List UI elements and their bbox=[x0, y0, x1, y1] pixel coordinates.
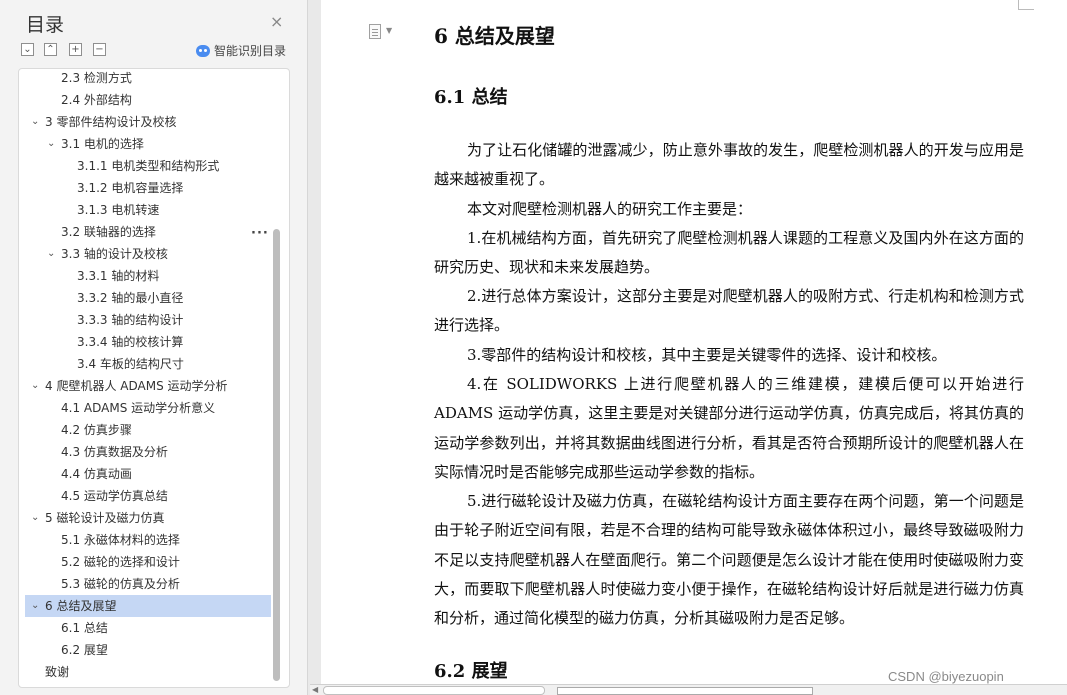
scroll-left-icon[interactable]: ◀ bbox=[312, 685, 318, 694]
smart-toc-label: 智能识别目录 bbox=[214, 44, 287, 58]
add-heading-button[interactable]: + bbox=[69, 43, 82, 56]
paragraph: 1.在机械结构方面，首先研究了爬壁检测机器人课题的工程意义及国内外在这方面的研究… bbox=[434, 229, 1024, 277]
toc-item[interactable]: 4.5 运动学仿真总结 bbox=[25, 485, 271, 507]
status-field[interactable] bbox=[557, 687, 813, 695]
expand-all-button[interactable]: ⌃ bbox=[44, 43, 57, 56]
horizontal-scrollbar-thumb[interactable] bbox=[323, 686, 545, 695]
chevron-down-icon[interactable]: ⌄ bbox=[47, 243, 55, 265]
toc-item[interactable]: 5.1 永磁体材料的选择 bbox=[25, 529, 271, 551]
chevron-down-icon[interactable]: ▼ bbox=[386, 26, 392, 35]
toc-item[interactable]: 3.3.1 轴的材料 bbox=[25, 265, 271, 287]
toc-item-label: 3.2 联轴器的选择 bbox=[61, 225, 156, 239]
toc-item-label: 3.3 轴的设计及校核 bbox=[61, 247, 168, 261]
toc-item[interactable]: 6.2 展望 bbox=[25, 639, 271, 661]
toc-item[interactable]: ⌄ 4 爬壁机器人 ADAMS 运动学分析 bbox=[25, 375, 271, 397]
paragraph: 为了让石化储罐的泄露减少，防止意外事故的发生，爬壁检测机器人的开发与应用是越来越… bbox=[434, 141, 1024, 189]
toc-list: 2.3 检测方式 2.4 外部结构 ⌄ 3 零部件结构设计及校核 ⌄ 3.1 电机的选择 3… bbox=[18, 68, 290, 688]
toc-item-label: 3.4 车板的结构尺寸 bbox=[77, 357, 184, 371]
toc-item-label: 4.4 仿真动画 bbox=[61, 467, 132, 481]
toc-item[interactable]: ⌄ 3 零部件结构设计及校核 bbox=[25, 111, 271, 133]
toc-scrollbar-thumb[interactable] bbox=[273, 229, 280, 681]
chevron-down-icon[interactable]: ⌄ bbox=[31, 595, 39, 617]
toc-item-label: 4.2 仿真步骤 bbox=[61, 423, 132, 437]
toc-item[interactable]: 致谢 bbox=[25, 661, 271, 683]
toc-item-label: 3 零部件结构设计及校核 bbox=[45, 115, 177, 129]
toc-item-label: 致谢 bbox=[45, 665, 70, 679]
toc-item[interactable]: ⌄ 3.3 轴的设计及校核 bbox=[25, 243, 271, 265]
toc-item-label: 3.3.1 轴的材料 bbox=[77, 269, 160, 283]
toc-item-label: 3.1.3 电机转速 bbox=[77, 203, 160, 217]
toc-item-label: 5.2 磁轮的选择和设计 bbox=[61, 555, 180, 569]
toc-item[interactable]: ⌄ 6 总结及展望 bbox=[25, 595, 271, 617]
toc-item[interactable]: 4.4 仿真动画 bbox=[25, 463, 271, 485]
toc-item-label: 5.3 磁轮的仿真及分析 bbox=[61, 577, 180, 591]
toc-item[interactable]: 5.2 磁轮的选择和设计 bbox=[25, 551, 271, 573]
toc-panel: 目录 × ⌄ ⌃ + − 智能识别目录 2.3 检测方式 2.4 外部结构 ⌄ 3 零… bbox=[0, 0, 308, 695]
toc-item-label: 3.3.2 轴的最小直径 bbox=[77, 291, 184, 305]
toc-item[interactable]: 5.3 磁轮的仿真及分析 bbox=[25, 573, 271, 595]
toc-item[interactable]: 4.1 ADAMS 运动学分析意义 bbox=[25, 397, 271, 419]
toc-item[interactable]: 3.3.3 轴的结构设计 bbox=[25, 309, 271, 331]
close-icon[interactable]: × bbox=[270, 12, 283, 31]
toc-item[interactable]: 2.3 检测方式 bbox=[25, 69, 271, 89]
toc-item-label: 6.2 展望 bbox=[61, 643, 108, 657]
toc-item-label: 2.4 外部结构 bbox=[61, 93, 132, 107]
robot-icon bbox=[196, 44, 210, 57]
toc-item-label: 5.1 永磁体材料的选择 bbox=[61, 533, 180, 547]
toc-item[interactable]: 3.3.2 轴的最小直径 bbox=[25, 287, 271, 309]
toc-item[interactable]: 3.3.4 轴的校核计算 bbox=[25, 331, 271, 353]
toc-item-label: 3.1.2 电机容量选择 bbox=[77, 181, 184, 195]
paragraph: 3.零部件的结构设计和校核，其中主要是关键零件的选择、设计和校核。 bbox=[467, 346, 947, 364]
toc-item-label: 2.3 检测方式 bbox=[61, 71, 132, 85]
paragraph: 2.进行总体方案设计，这部分主要是对爬壁机器人的吸附方式、行走机构和检测方式进行… bbox=[434, 287, 1024, 335]
toc-item-label: 3.3.3 轴的结构设计 bbox=[77, 313, 184, 327]
toc-item[interactable]: 3.1.1 电机类型和结构形式 bbox=[25, 155, 271, 177]
remove-heading-button[interactable]: − bbox=[93, 43, 106, 56]
toc-item-label: 5 磁轮设计及磁力仿真 bbox=[45, 511, 165, 525]
toc-item-label: 6.1 总结 bbox=[61, 621, 108, 635]
heading-level1: 6 总结及展望 bbox=[434, 24, 555, 48]
document-icon[interactable] bbox=[369, 24, 381, 39]
more-options-icon[interactable]: ··· bbox=[251, 226, 269, 241]
toc-item[interactable]: 3.1.2 电机容量选择 bbox=[25, 177, 271, 199]
heading-outlook: 6.2 展望 bbox=[434, 661, 508, 682]
toc-item[interactable]: 3.2 联轴器的选择 bbox=[25, 221, 271, 243]
toc-item-label: 3.3.4 轴的校核计算 bbox=[77, 335, 184, 349]
toc-item[interactable]: ⌄ 5 磁轮设计及磁力仿真 bbox=[25, 507, 271, 529]
toc-item[interactable]: 3.4 车板的结构尺寸 bbox=[25, 353, 271, 375]
toc-item-label: 4.1 ADAMS 运动学分析意义 bbox=[61, 401, 216, 415]
chevron-down-icon[interactable]: ⌄ bbox=[31, 507, 39, 529]
toc-item-label: 4.5 运动学仿真总结 bbox=[61, 489, 168, 503]
toc-title: 目录 bbox=[26, 14, 65, 36]
toc-item[interactable]: 4.2 仿真步骤 bbox=[25, 419, 271, 441]
toc-item[interactable]: 4.3 仿真数据及分析 bbox=[25, 441, 271, 463]
paragraph: 本文对爬壁检测机器人的研究工作主要是： bbox=[467, 200, 753, 218]
toc-item-label: 3.1 电机的选择 bbox=[61, 137, 144, 151]
toc-item-label: 4 爬壁机器人 ADAMS 运动学分析 bbox=[45, 379, 228, 393]
toc-item[interactable]: ⌄ 3.1 电机的选择 bbox=[25, 133, 271, 155]
heading-summary: 6.1 总结 bbox=[434, 87, 508, 108]
toc-item[interactable]: 6.1 总结 bbox=[25, 617, 271, 639]
paragraph: 5.进行磁轮设计及磁力仿真，在磁轮结构设计方面主要存在两个问题，第一个问题是由于… bbox=[434, 492, 1024, 628]
collapse-all-button[interactable]: ⌄ bbox=[21, 43, 34, 56]
chevron-down-icon[interactable]: ⌄ bbox=[47, 133, 55, 155]
smart-toc-button[interactable]: 智能识别目录 bbox=[196, 42, 286, 59]
toc-item[interactable]: 2.4 外部结构 bbox=[25, 89, 271, 111]
page-corner-mark bbox=[1018, 0, 1034, 10]
chevron-down-icon[interactable]: ⌄ bbox=[31, 111, 39, 133]
toc-item-label: 3.1.1 电机类型和结构形式 bbox=[77, 159, 220, 173]
toc-item-label: 6 总结及展望 bbox=[45, 599, 117, 613]
toc-item-label: 4.3 仿真数据及分析 bbox=[61, 445, 168, 459]
paragraph: 4.在 SOLIDWORKS 上进行爬壁机器人的三维建模，建模后便可以开始进行 … bbox=[434, 375, 1024, 481]
watermark: CSDN @biyezuopin bbox=[888, 669, 1004, 684]
chevron-down-icon[interactable]: ⌄ bbox=[31, 375, 39, 397]
toc-item[interactable]: 3.1.3 电机转速 bbox=[25, 199, 271, 221]
